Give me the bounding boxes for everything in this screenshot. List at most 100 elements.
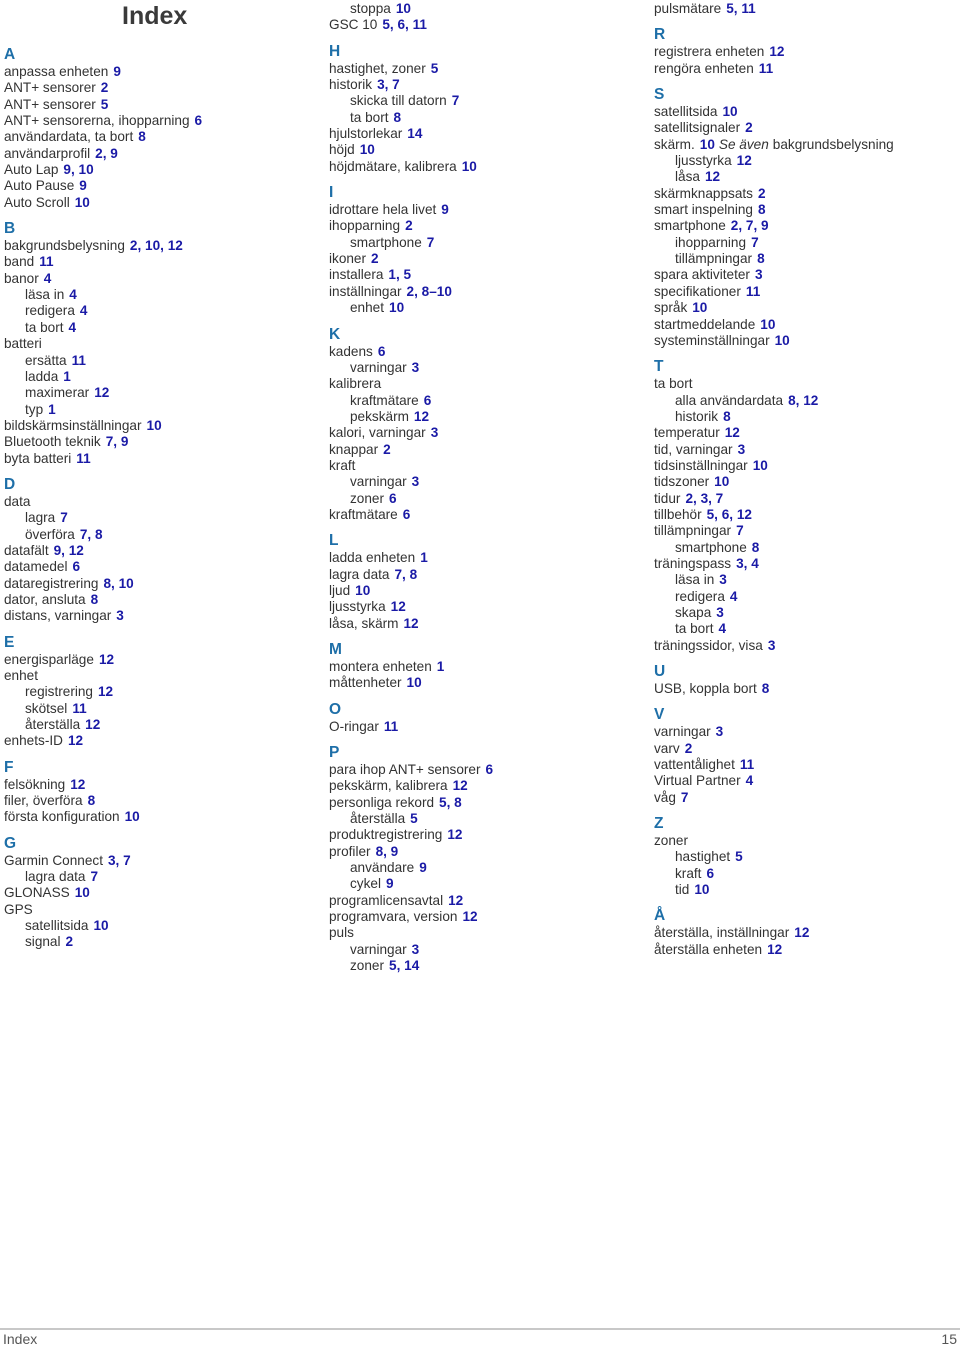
page-reference-link[interactable]: 11	[76, 451, 90, 466]
page-reference-link[interactable]: 3	[412, 942, 420, 957]
page-reference-link[interactable]: 12	[70, 777, 85, 792]
page-reference-link[interactable]: 2	[101, 80, 109, 95]
page-reference-link[interactable]: 3	[716, 605, 724, 620]
page-reference-link[interactable]: 11	[72, 701, 86, 716]
page-reference-link[interactable]: 10	[753, 458, 768, 473]
page-reference-link[interactable]: 11	[384, 719, 398, 734]
page-reference-link[interactable]: 10	[700, 137, 715, 152]
page-reference-link[interactable]: 7	[681, 790, 689, 805]
page-reference-link[interactable]: 10	[147, 418, 162, 433]
page-reference-link[interactable]: 3	[116, 608, 124, 623]
page-reference-link[interactable]: 3	[412, 474, 420, 489]
page-reference-link[interactable]: 9	[386, 876, 394, 891]
page-reference-link[interactable]: 10	[694, 882, 709, 897]
page-reference-link[interactable]: 2, 10, 12	[130, 238, 183, 253]
page-reference-link[interactable]: 4	[69, 320, 77, 335]
page-reference-link[interactable]: 5	[101, 97, 109, 112]
page-reference-link[interactable]: 11	[740, 757, 754, 772]
page-reference-link[interactable]: 8	[138, 129, 146, 144]
page-reference-link[interactable]: 3	[719, 572, 727, 587]
page-reference-link[interactable]: 5	[410, 811, 418, 826]
page-reference-link[interactable]: 7, 8	[394, 567, 417, 582]
page-reference-link[interactable]: 2	[745, 120, 753, 135]
page-reference-link[interactable]: 6	[424, 393, 432, 408]
page-reference-link[interactable]: 7	[427, 235, 435, 250]
page-reference-link[interactable]: 9	[79, 178, 87, 193]
page-reference-link[interactable]: 6	[195, 113, 203, 128]
page-reference-link[interactable]: 1, 5	[388, 267, 411, 282]
page-reference-link[interactable]: 8, 9	[376, 844, 399, 859]
page-reference-link[interactable]: 9	[419, 860, 427, 875]
page-reference-link[interactable]: 5, 6, 11	[382, 17, 427, 32]
page-reference-link[interactable]: 9, 12	[54, 543, 84, 558]
page-reference-link[interactable]: 6	[378, 344, 386, 359]
page-reference-link[interactable]: 4	[44, 271, 52, 286]
page-reference-link[interactable]: 11	[746, 284, 760, 299]
page-reference-link[interactable]: 10	[714, 474, 729, 489]
page-reference-link[interactable]: 7	[452, 93, 460, 108]
page-reference-link[interactable]: 3	[755, 267, 763, 282]
page-reference-link[interactable]: 7	[60, 510, 68, 525]
page-reference-link[interactable]: 12	[447, 827, 462, 842]
page-reference-link[interactable]: 8	[394, 110, 402, 125]
page-reference-link[interactable]: 8	[723, 409, 731, 424]
page-reference-link[interactable]: 8	[758, 202, 766, 217]
page-reference-link[interactable]: 7, 9	[106, 434, 129, 449]
page-reference-link[interactable]: 12	[448, 893, 463, 908]
page-reference-link[interactable]: 3	[768, 638, 776, 653]
page-reference-link[interactable]: 2	[371, 251, 379, 266]
page-reference-link[interactable]: 10	[396, 1, 411, 16]
page-reference-link[interactable]: 6	[389, 491, 397, 506]
page-reference-link[interactable]: 10	[75, 195, 90, 210]
page-reference-link[interactable]: 11	[759, 61, 773, 76]
page-reference-link[interactable]: 5, 14	[389, 958, 419, 973]
page-reference-link[interactable]: 8	[752, 540, 760, 555]
page-reference-link[interactable]: 14	[407, 126, 422, 141]
page-reference-link[interactable]: 7	[751, 235, 759, 250]
page-reference-link[interactable]: 3	[431, 425, 439, 440]
page-reference-link[interactable]: 12	[68, 733, 83, 748]
page-reference-link[interactable]: 10	[775, 333, 790, 348]
page-reference-link[interactable]: 8, 12	[788, 393, 818, 408]
page-reference-link[interactable]: 10	[389, 300, 404, 315]
page-reference-link[interactable]: 2, 7, 9	[731, 218, 769, 233]
page-reference-link[interactable]: 8	[91, 592, 99, 607]
page-reference-link[interactable]: 12	[453, 778, 468, 793]
page-reference-link[interactable]: 7	[736, 523, 744, 538]
page-reference-link[interactable]: 7	[90, 869, 98, 884]
page-reference-link[interactable]: 12	[769, 44, 784, 59]
page-reference-link[interactable]: 5, 11	[726, 1, 755, 16]
page-reference-link[interactable]: 10	[93, 918, 108, 933]
page-reference-link[interactable]: 6	[706, 866, 714, 881]
page-reference-link[interactable]: 2, 8–10	[407, 284, 452, 299]
page-reference-link[interactable]: 12	[725, 425, 740, 440]
page-reference-link[interactable]: 12	[737, 153, 752, 168]
page-reference-link[interactable]: 5, 8	[439, 795, 462, 810]
page-reference-link[interactable]: 10	[692, 300, 707, 315]
page-reference-link[interactable]: 10	[360, 142, 375, 157]
page-reference-link[interactable]: 2	[405, 218, 413, 233]
page-reference-link[interactable]: 3	[716, 724, 724, 739]
page-reference-link[interactable]: 5	[735, 849, 743, 864]
page-reference-link[interactable]: 9	[441, 202, 449, 217]
page-reference-link[interactable]: 8	[757, 251, 765, 266]
page-reference-link[interactable]: 4	[719, 621, 727, 636]
page-reference-link[interactable]: 12	[391, 599, 406, 614]
page-reference-link[interactable]: 11	[72, 353, 86, 368]
page-reference-link[interactable]: 2	[66, 934, 74, 949]
page-reference-link[interactable]: 12	[85, 717, 100, 732]
page-reference-link[interactable]: 8, 10	[103, 576, 133, 591]
page-reference-link[interactable]: 7, 8	[80, 527, 103, 542]
page-reference-link[interactable]: 10	[722, 104, 737, 119]
page-reference-link[interactable]: 4	[730, 589, 738, 604]
page-reference-link[interactable]: 3	[412, 360, 420, 375]
page-reference-link[interactable]: 2, 3, 7	[685, 491, 723, 506]
page-reference-link[interactable]: 12	[767, 942, 782, 957]
page-reference-link[interactable]: 2, 9	[95, 146, 118, 161]
page-reference-link[interactable]: 11	[39, 254, 53, 269]
page-reference-link[interactable]: 3	[738, 442, 746, 457]
page-reference-link[interactable]: 6	[72, 559, 80, 574]
page-reference-link[interactable]: 3, 4	[736, 556, 759, 571]
page-reference-link[interactable]: 10	[125, 809, 140, 824]
page-reference-link[interactable]: 3, 7	[377, 77, 400, 92]
